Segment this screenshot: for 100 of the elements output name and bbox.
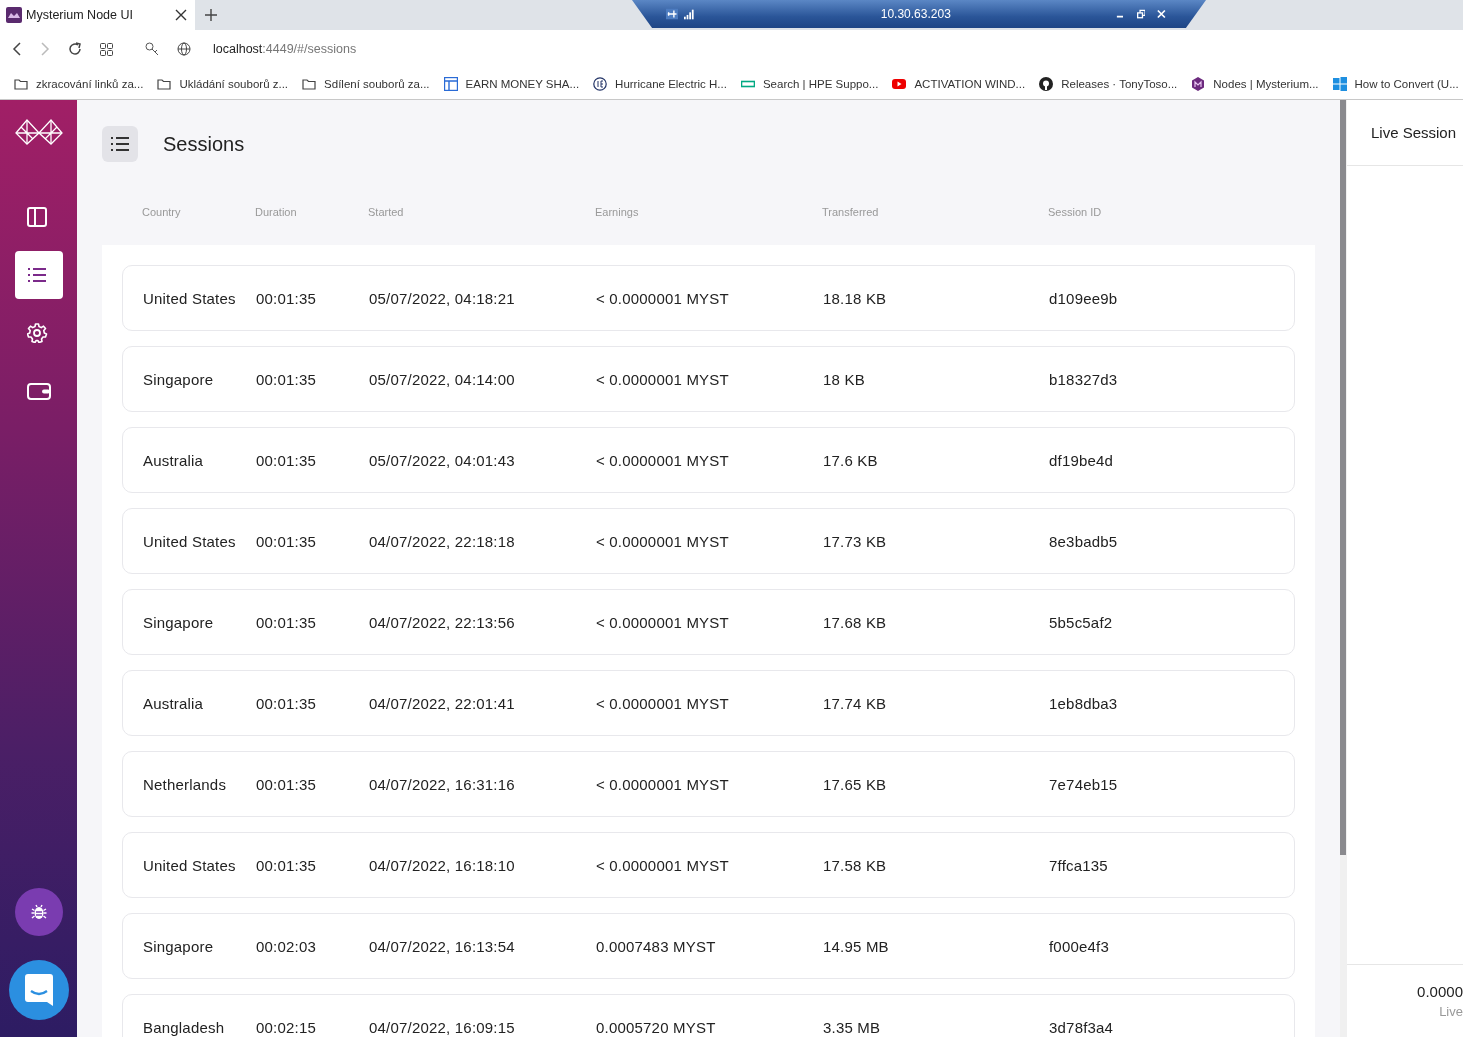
- table-cell: 17.65 KB: [823, 775, 887, 793]
- scrollbar-thumb[interactable]: [1340, 100, 1346, 855]
- table-cell: Bangladesh: [143, 1018, 225, 1036]
- folder-icon: [157, 76, 172, 91]
- table-cell: < 0.0000001 MYST: [596, 856, 729, 874]
- bookmark-link[interactable]: Nodes | Mysterium...: [1213, 77, 1319, 90]
- session-row[interactable]: Australia 00:01:35 04/07/2022, 22:01:41 < 0.0000001 MYST 17.74 KB 1eb8dba3: [122, 670, 1295, 736]
- session-row[interactable]: Singapore 00:02:03 04/07/2022, 16:13:54 0.0007483 MYST 14.95 MB f000e4f3: [122, 913, 1295, 979]
- table-cell: Singapore: [143, 370, 214, 388]
- table-cell: 14.95 MB: [823, 937, 889, 955]
- bookmark-link[interactable]: Search | HPE Suppo...: [762, 77, 879, 90]
- bookmark-link[interactable]: Releases · TonyToso...: [1061, 77, 1178, 90]
- address-field[interactable]: localhost:4449/#/sessions: [213, 42, 357, 56]
- bookmark-link[interactable]: EARN MONEY SHA...: [465, 77, 580, 90]
- reload-icon[interactable]: [68, 42, 82, 56]
- table-cell: 04/07/2022, 16:13:54: [369, 937, 515, 955]
- table-cell: df19be4d: [1049, 451, 1114, 469]
- remote-host-title: 10.30.63.203: [880, 7, 952, 21]
- table-cell: 0.0007483 MYST: [596, 937, 716, 955]
- table-cell: 05/07/2022, 04:18:21: [369, 289, 515, 307]
- session-row[interactable]: United States 00:01:35 04/07/2022, 16:18:10 < 0.0000001 MYST 17.58 KB 7ffca135: [122, 832, 1295, 898]
- table-cell: 17.58 KB: [823, 856, 887, 874]
- table-cell: Australia: [143, 694, 204, 712]
- wallet-icon: [26, 381, 51, 401]
- bookmark-link[interactable]: Ukládání souborů z...: [179, 77, 289, 90]
- table-cell: 00:01:35: [256, 694, 316, 712]
- session-row[interactable]: Singapore 00:01:35 04/07/2022, 22:13:56 < 0.0000001 MYST 17.68 KB 5b5c5af2: [122, 589, 1295, 655]
- table-cell: 8e3badb5: [1049, 532, 1118, 550]
- table-cell: 04/07/2022, 16:18:10: [369, 856, 515, 874]
- signal-icon: [684, 8, 695, 20]
- bookmark-link[interactable]: Hurricane Electric H...: [615, 77, 727, 90]
- session-row[interactable]: Netherlands 00:01:35 04/07/2022, 16:31:16 < 0.0000001 MYST 17.65 KB 7e74eb15: [122, 751, 1295, 817]
- restore-icon[interactable]: [1136, 9, 1146, 19]
- grid-icon[interactable]: [100, 42, 113, 56]
- table-cell: 04/07/2022, 16:09:15: [369, 1018, 515, 1036]
- bookmark-link[interactable]: zkracování linků za...: [36, 77, 144, 90]
- table-cell: 00:01:35: [256, 856, 316, 874]
- table-cell: 17.73 KB: [823, 532, 887, 550]
- table-cell: b18327d3: [1049, 370, 1118, 388]
- table-cell: d109ee9b: [1049, 289, 1118, 307]
- table-cell: < 0.0000001 MYST: [596, 451, 729, 469]
- table-cell: 05/07/2022, 04:14:00: [369, 370, 515, 388]
- bug-report-button[interactable]: [14, 888, 63, 936]
- session-row[interactable]: United States 00:01:35 05/07/2022, 04:18:21 < 0.0000001 MYST 18.18 KB d109ee9b: [122, 265, 1295, 331]
- table-cell: United States: [143, 289, 236, 307]
- table-cell: < 0.0000001 MYST: [596, 532, 729, 550]
- folder-icon: [302, 76, 317, 91]
- table-cell: United States: [143, 532, 236, 550]
- browser-tab[interactable]: Mysterium Node UI: [0, 0, 195, 30]
- table-cell: 00:02:03: [256, 937, 316, 955]
- table-cell: 1eb8dba3: [1049, 694, 1118, 712]
- table-cell: Singapore: [143, 937, 214, 955]
- earnings-value: 0.0000: [1417, 983, 1463, 1000]
- bookmark-link[interactable]: Sdílení souborů za...: [324, 77, 430, 90]
- pin-icon[interactable]: [666, 8, 679, 20]
- table-cell: 00:01:35: [256, 289, 316, 307]
- table-cell: 00:01:35: [256, 451, 316, 469]
- table-cell: 7ffca135: [1049, 856, 1108, 874]
- page-icon-button[interactable]: [102, 126, 138, 162]
- table-cell: < 0.0000001 MYST: [596, 613, 729, 631]
- table-cell: < 0.0000001 MYST: [596, 289, 729, 307]
- table-cell: 05/07/2022, 04:01:43: [369, 451, 515, 469]
- new-tab-icon[interactable]: [205, 9, 217, 21]
- table-cell: Singapore: [143, 613, 214, 631]
- close-icon[interactable]: [175, 9, 187, 21]
- session-row[interactable]: Australia 00:01:35 05/07/2022, 04:01:43 < 0.0000001 MYST 17.6 KB df19be4d: [122, 427, 1295, 493]
- key-icon[interactable]: [145, 42, 159, 56]
- table-cell: Netherlands: [143, 775, 227, 793]
- table-cell: 00:01:35: [256, 775, 316, 793]
- bookmark-link[interactable]: How to Convert (U...: [1354, 77, 1459, 90]
- table-cell: 04/07/2022, 16:31:16: [369, 775, 515, 793]
- table-cell: 5b5c5af2: [1049, 613, 1113, 631]
- windows-logo-icon: [1332, 76, 1347, 91]
- table-cell: f000e4f3: [1049, 937, 1109, 955]
- table-cell: 00:02:15: [256, 1018, 316, 1036]
- table-cell: 00:01:35: [256, 370, 316, 388]
- table-cell: < 0.0000001 MYST: [596, 694, 729, 712]
- sidebar-nav-button[interactable]: [14, 251, 63, 299]
- table-cell: 0.0005720 MYST: [596, 1018, 716, 1036]
- bug-icon: [30, 903, 47, 921]
- table-cell: 7e74eb15: [1049, 775, 1118, 793]
- back-icon[interactable]: [12, 42, 22, 56]
- layout-icon: [443, 76, 458, 91]
- table-cell: 04/07/2022, 22:13:56: [369, 613, 515, 631]
- table-cell: 17.74 KB: [823, 694, 887, 712]
- table-cell: 18 KB: [823, 370, 865, 388]
- table-cell: 04/07/2022, 22:18:18: [369, 532, 515, 550]
- session-row[interactable]: Bangladesh 00:02:15 04/07/2022, 16:09:15 0.0005720 MYST 3.35 MB 3d78f3a4: [122, 994, 1295, 1037]
- table-cell: 3.35 MB: [823, 1018, 881, 1036]
- table-cell: < 0.0000001 MYST: [596, 775, 729, 793]
- session-row[interactable]: United States 00:01:35 04/07/2022, 22:18:18 < 0.0000001 MYST 17.73 KB 8e3badb5: [122, 508, 1295, 574]
- table-cell: United States: [143, 856, 236, 874]
- bookmark-link[interactable]: ACTIVATION WIND...: [914, 77, 1026, 90]
- session-row[interactable]: Singapore 00:01:35 05/07/2022, 04:14:00 < 0.0000001 MYST 18 KB b18327d3: [122, 346, 1295, 412]
- globe-icon[interactable]: [177, 42, 191, 56]
- page-title: Sessions: [163, 132, 245, 156]
- table-cell: < 0.0000001 MYST: [596, 370, 729, 388]
- table-cell: 04/07/2022, 22:01:41: [369, 694, 515, 712]
- table-cell: 17.6 KB: [823, 451, 878, 469]
- table-cell: 17.68 KB: [823, 613, 887, 631]
